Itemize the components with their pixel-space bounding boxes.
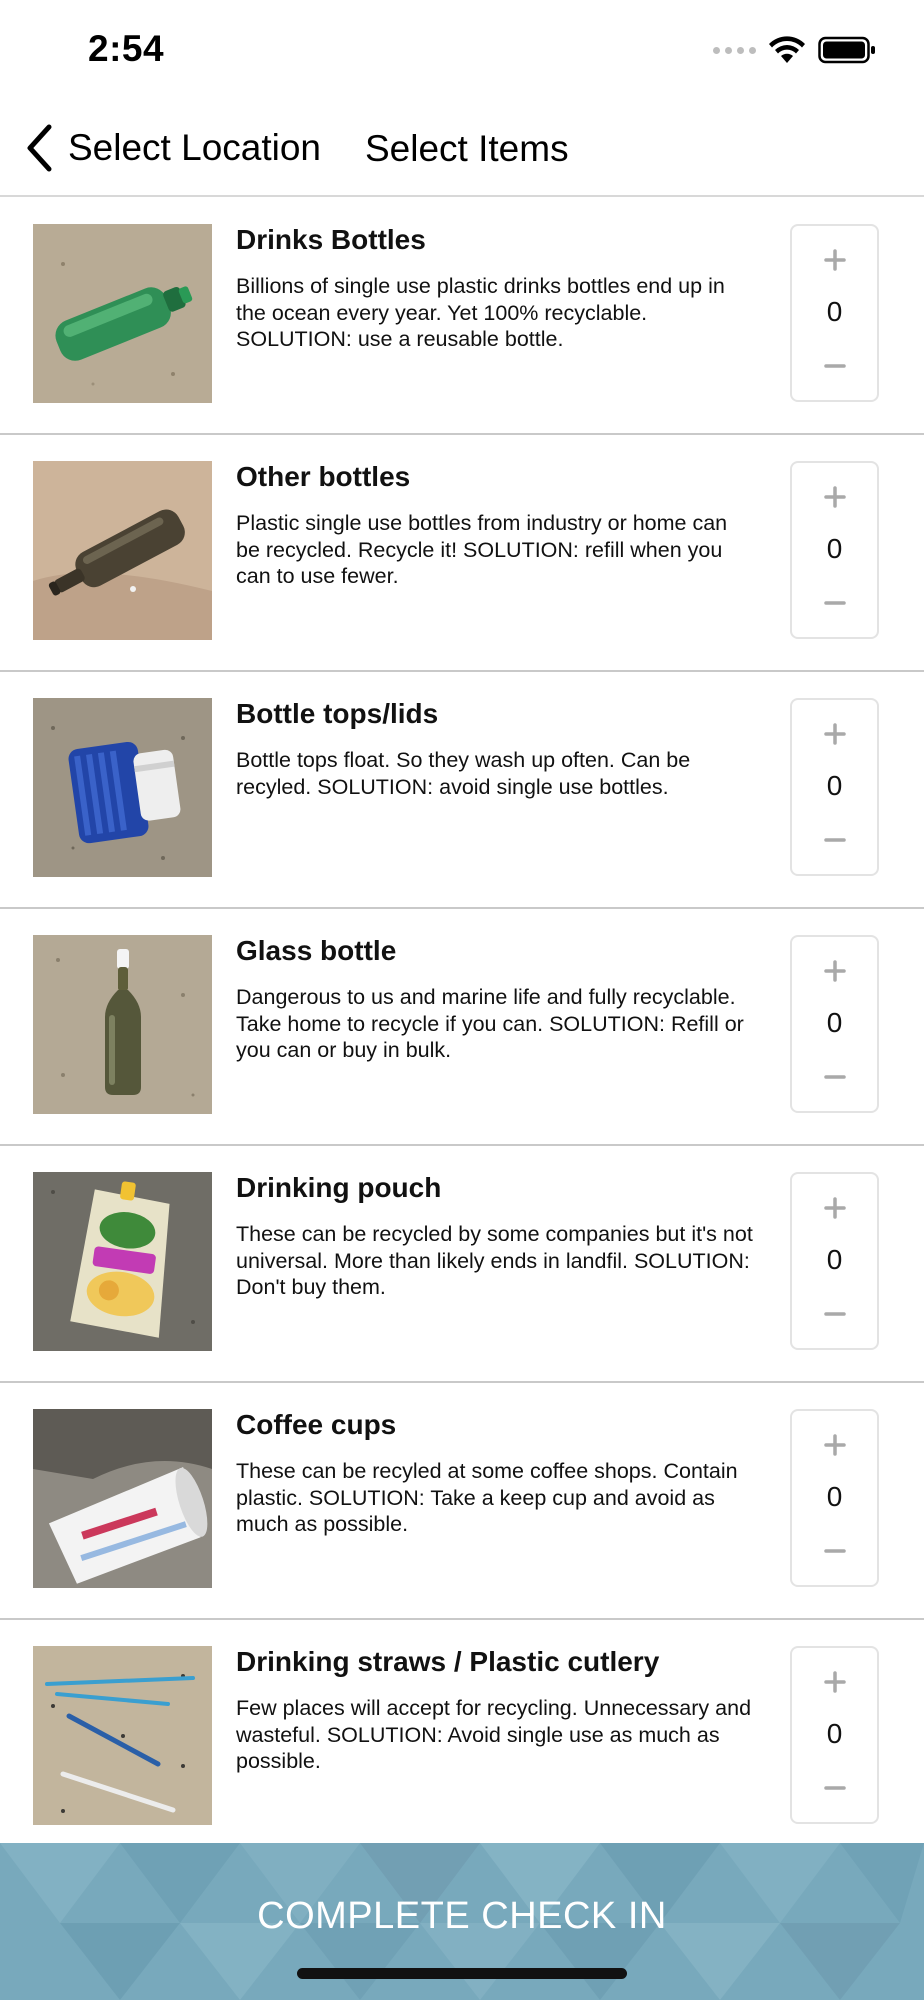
plus-icon [823,1434,846,1456]
quantity-value: 0 [826,1007,843,1038]
list-item: Drinking pouch These can be recycled by … [0,1146,924,1383]
plus-icon [823,249,846,271]
battery-icon [818,36,875,64]
quantity-stepper: 0 [790,1409,879,1587]
item-description: Plastic single use bottles from industry… [236,511,728,588]
minus-icon [823,838,846,842]
decrement-button[interactable] [792,583,877,623]
quantity-value: 0 [826,296,843,327]
decrement-button[interactable] [792,820,877,860]
item-title: Glass bottle [236,935,397,966]
home-indicator [297,1968,627,1979]
quantity-stepper: 0 [790,461,879,639]
minus-icon [823,1075,846,1079]
status-time: 2:54 [88,28,165,69]
plus-icon [823,1197,846,1219]
item-photo [33,224,212,403]
item-photo [33,698,212,877]
list-item: Drinking straws / Plastic cutlery Few pl… [0,1620,924,1857]
item-description: Dangerous to us and marine life and full… [236,985,744,1062]
plus-icon [823,960,846,982]
item-photo [33,1646,212,1825]
minus-icon [823,1549,846,1553]
item-title: Drinking straws / Plastic cutlery [236,1646,660,1677]
plus-icon [823,723,846,745]
item-photo [33,935,212,1114]
status-bar: 2:54 [0,0,924,100]
plus-icon [823,486,846,508]
decrement-button[interactable] [792,1768,877,1808]
list-item: Glass bottle Dangerous to us and marine … [0,909,924,1146]
item-photo [33,1172,212,1351]
increment-button[interactable] [792,240,877,280]
quantity-value: 0 [826,533,843,564]
quantity-stepper: 0 [790,1172,879,1350]
increment-button[interactable] [792,714,877,754]
decrement-button[interactable] [792,346,877,386]
quantity-value: 0 [826,1718,843,1749]
decrement-button[interactable] [792,1057,877,1097]
increment-button[interactable] [792,1425,877,1465]
list-item: Coffee cups These can be recyled at some… [0,1383,924,1620]
item-description: Bottle tops float. So they wash up often… [236,748,691,799]
complete-check-in-label: COMPLETE CHECK IN [257,1895,667,1937]
item-description: Few places will accept for recycling. Un… [236,1696,752,1773]
wifi-icon [769,36,805,63]
list-item: Bottle tops/lids Bottle tops float. So t… [0,672,924,909]
quantity-stepper: 0 [790,935,879,1113]
increment-button[interactable] [792,1662,877,1702]
decrement-button[interactable] [792,1531,877,1571]
decrement-button[interactable] [792,1294,877,1334]
navigation-bar: Select Location Select Items [0,100,924,197]
minus-icon [823,1312,846,1316]
minus-icon [823,601,846,605]
item-title: Bottle tops/lids [236,698,439,729]
quantity-value: 0 [826,770,843,801]
quantity-stepper: 0 [790,224,879,402]
back-button-label: Select Location [68,127,322,168]
increment-button[interactable] [792,1188,877,1228]
quantity-stepper: 0 [790,1646,879,1824]
plus-icon [823,1671,846,1693]
item-photo [33,1409,212,1588]
increment-button[interactable] [792,951,877,991]
item-title: Other bottles [236,461,411,492]
item-title: Drinks Bottles [236,224,426,255]
increment-button[interactable] [792,477,877,517]
back-button[interactable]: Select Location [24,122,321,174]
quantity-value: 0 [826,1481,843,1512]
page-title: Select Items [365,128,569,169]
item-description: These can be recyled at some coffee shop… [236,1459,738,1536]
item-description: Billions of single use plastic drinks bo… [236,274,725,351]
minus-icon [823,1786,846,1790]
chevron-left-icon [24,122,60,174]
item-title: Drinking pouch [236,1172,442,1203]
cellular-signal-icon [713,46,756,54]
quantity-value: 0 [826,1244,843,1275]
item-list: Drinks Bottles Billions of single use pl… [0,198,924,1857]
list-item: Other bottles Plastic single use bottles… [0,435,924,672]
item-title: Coffee cups [236,1409,397,1440]
minus-icon [823,364,846,368]
list-item: Drinks Bottles Billions of single use pl… [0,198,924,435]
status-icons [713,32,876,68]
quantity-stepper: 0 [790,698,879,876]
item-photo [33,461,212,640]
item-description: These can be recycled by some companies … [236,1222,753,1299]
